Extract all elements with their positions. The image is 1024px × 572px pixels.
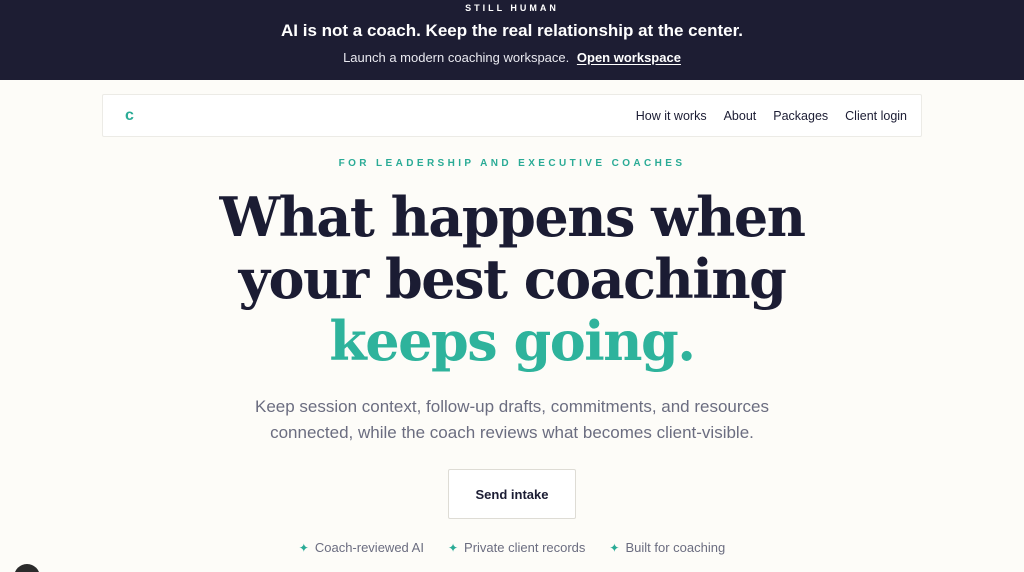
hero-headline: What happens when your best coaching kee… <box>0 186 1024 372</box>
nav-client-login[interactable]: Client login <box>845 109 907 123</box>
banner-subtitle: Launch a modern coaching workspace. Open… <box>0 50 1024 65</box>
headline-line-1: What happens when <box>219 185 806 249</box>
feature-item: ✦ Private client records <box>448 540 585 555</box>
feature-label: Built for coaching <box>625 540 726 555</box>
lede-line-2: connected, while the coach reviews what … <box>270 423 754 442</box>
chat-launcher-button[interactable] <box>14 564 40 572</box>
sparkle-icon: ✦ <box>447 540 459 555</box>
banner-title: AI is not a coach. Keep the real relatio… <box>281 21 743 40</box>
open-workspace-link[interactable]: Open workspace <box>577 50 681 65</box>
headline-accent: keeps going. <box>329 309 696 373</box>
feature-list: ✦ Coach-reviewed AI ✦ Private client rec… <box>0 540 1024 555</box>
sparkle-icon: ✦ <box>609 540 620 555</box>
hero-eyebrow: FOR LEADERSHIP AND EXECUTIVE COACHES <box>338 158 686 169</box>
announcement-banner: STILL HUMAN AI is not a coach. Keep the … <box>0 0 1024 80</box>
nav-how-it-works[interactable]: How it works <box>636 109 707 123</box>
send-intake-button[interactable]: Send intake <box>448 469 576 519</box>
logo[interactable]: c <box>125 107 134 125</box>
banner-eyebrow: STILL HUMAN <box>465 3 559 13</box>
nav-about[interactable]: About <box>724 109 757 123</box>
feature-item: ✦ Coach-reviewed AI <box>299 540 424 555</box>
sparkle-icon: ✦ <box>298 540 309 555</box>
headline-line-2: your best coaching <box>238 247 787 311</box>
feature-label: Coach-reviewed AI <box>314 540 424 555</box>
feature-item: ✦ Built for coaching <box>609 540 725 555</box>
hero-description: Keep session context, follow-up drafts, … <box>0 394 1024 446</box>
nav-packages[interactable]: Packages <box>773 109 828 123</box>
banner-subtitle-text: Launch a modern coaching workspace. <box>343 50 570 65</box>
nav-links: How it works About Packages Client login <box>636 109 907 123</box>
lede-line-1: Keep session context, follow-up drafts, … <box>254 397 769 416</box>
feature-label: Private client records <box>464 540 586 555</box>
top-navigation: c How it works About Packages Client log… <box>102 94 922 137</box>
